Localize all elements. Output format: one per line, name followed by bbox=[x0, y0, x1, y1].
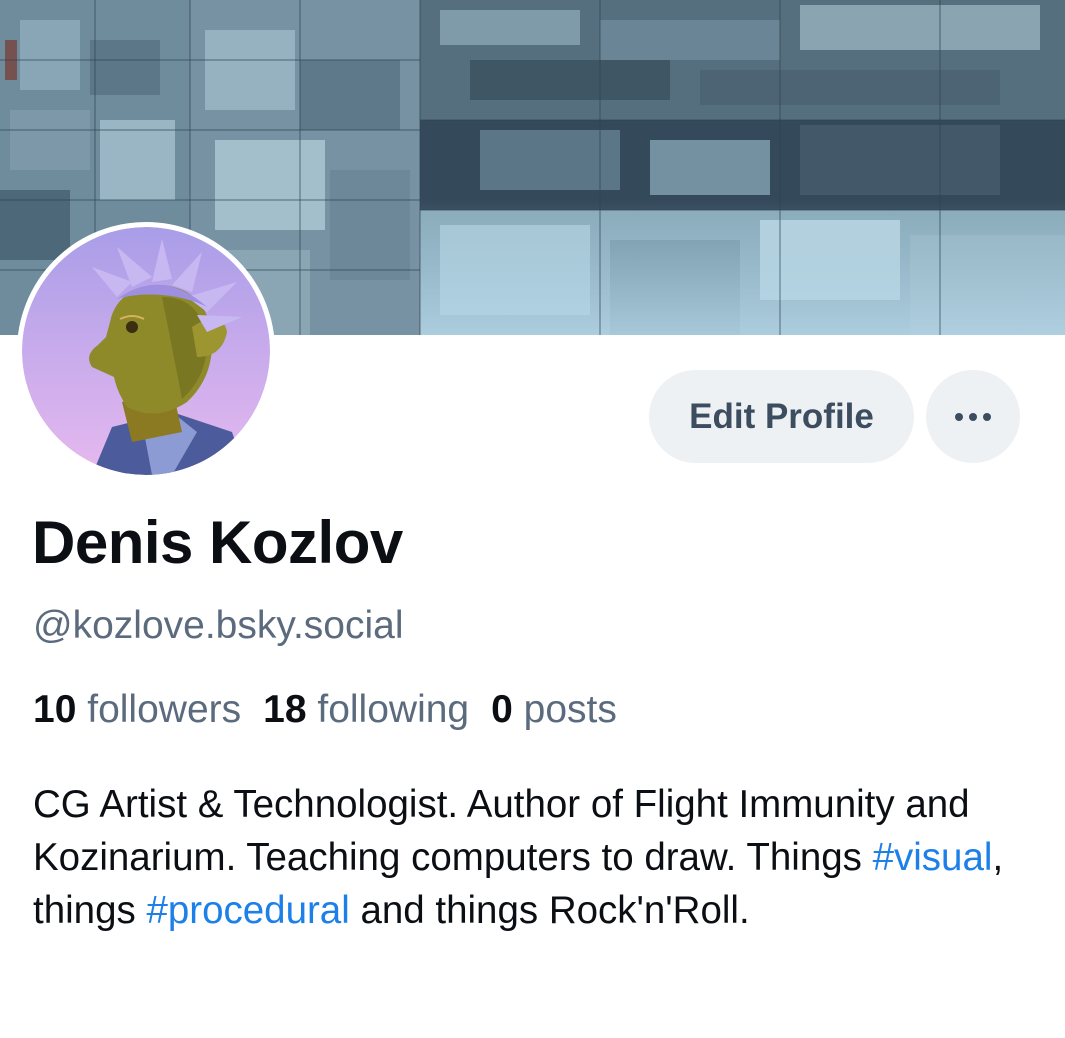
hashtag-link-visual[interactable]: #visual bbox=[873, 836, 993, 879]
followers-link[interactable]: 10 followers bbox=[33, 688, 241, 731]
posts-stat: 0 posts bbox=[491, 688, 617, 731]
posts-label: posts bbox=[523, 688, 617, 731]
posts-count: 0 bbox=[491, 688, 513, 731]
followers-label: followers bbox=[87, 688, 242, 731]
display-name: Denis Kozlov bbox=[32, 509, 403, 576]
following-label: following bbox=[317, 688, 470, 731]
following-count: 18 bbox=[263, 688, 307, 731]
bio-text: CG Artist & Technologist. Author of Flig… bbox=[33, 783, 970, 879]
profile-handle: @kozlove.bsky.social bbox=[33, 604, 404, 647]
bio-text: and things Rock'n'Roll. bbox=[349, 889, 750, 932]
following-link[interactable]: 18 following bbox=[263, 688, 469, 731]
profile-bio: CG Artist & Technologist. Author of Flig… bbox=[33, 778, 1033, 937]
followers-count: 10 bbox=[33, 688, 77, 731]
hashtag-link-procedural[interactable]: #procedural bbox=[146, 889, 349, 932]
avatar[interactable] bbox=[17, 222, 275, 480]
more-horizontal-icon bbox=[955, 412, 991, 421]
profile-stats: 10 followers 18 following 0 posts bbox=[33, 688, 617, 732]
more-options-button[interactable] bbox=[926, 370, 1020, 463]
edit-profile-button[interactable]: Edit Profile bbox=[649, 370, 914, 463]
